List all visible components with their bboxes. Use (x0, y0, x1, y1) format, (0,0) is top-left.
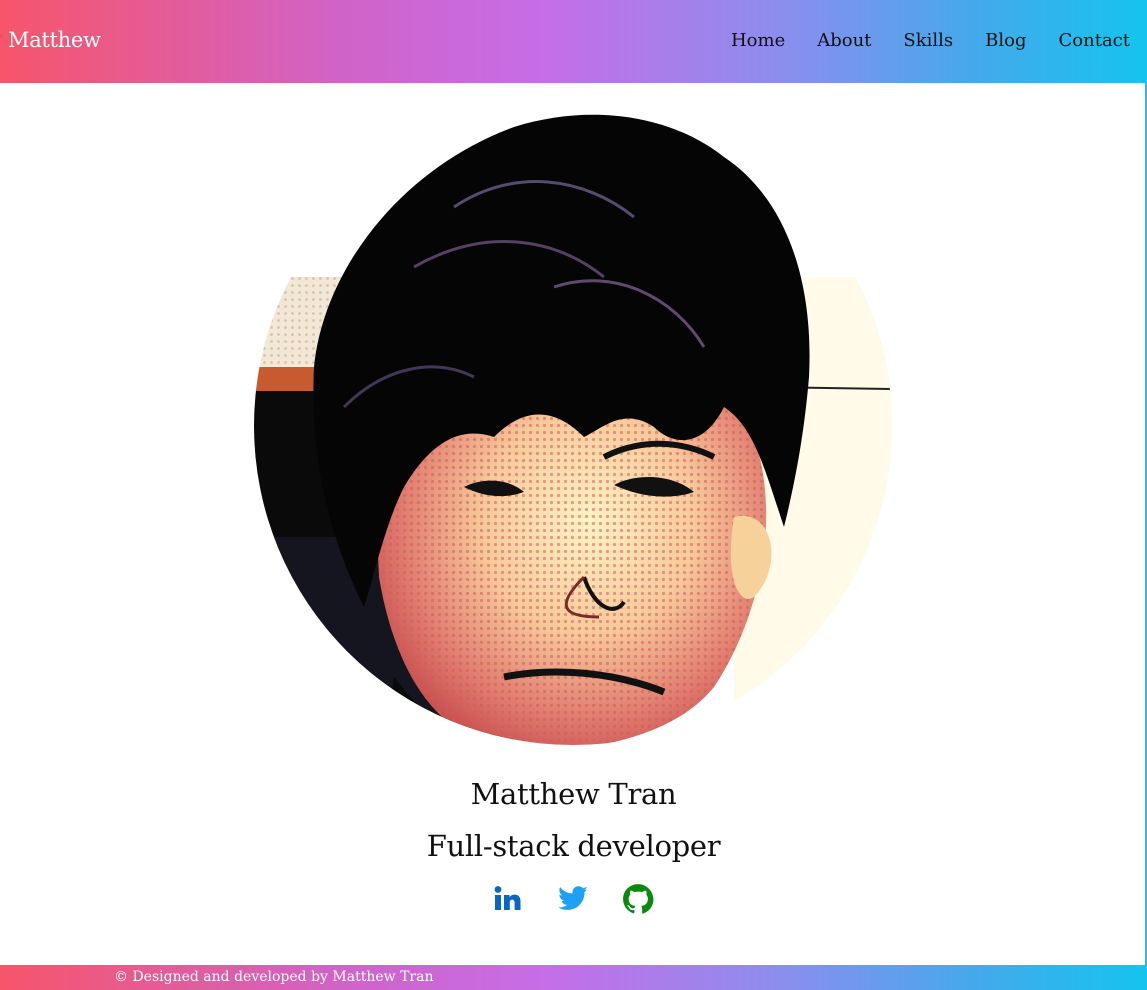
profile-role: Full-stack developer (426, 829, 721, 863)
twitter-icon[interactable] (557, 883, 589, 915)
profile-name: Matthew Tran (470, 777, 677, 811)
nav-link-blog[interactable]: Blog (985, 30, 1026, 51)
navbar: Matthew Home About Skills Blog Contact (0, 0, 1147, 83)
brand-logo[interactable]: Matthew (8, 28, 101, 52)
footer: © Designed and developed by Matthew Tran (0, 965, 1147, 990)
profile-photo (254, 107, 892, 745)
nav-link-skills[interactable]: Skills (903, 30, 953, 51)
nav-links: Home About Skills Blog Contact (699, 30, 1130, 51)
nav-link-contact[interactable]: Contact (1059, 30, 1130, 51)
social-links (490, 883, 660, 915)
nav-link-about[interactable]: About (817, 30, 871, 51)
linkedin-icon[interactable] (492, 883, 524, 915)
footer-credit: © Designed and developed by Matthew Tran (114, 969, 434, 985)
github-icon[interactable] (622, 883, 654, 915)
nav-link-home[interactable]: Home (731, 30, 785, 51)
